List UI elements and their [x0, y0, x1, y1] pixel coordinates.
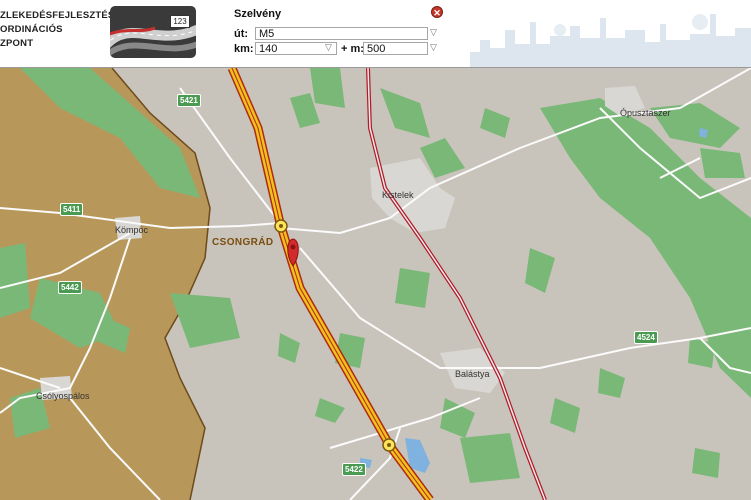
road-shield-5442: 5442 — [58, 281, 82, 294]
km-label: km: — [234, 43, 254, 55]
county-label: CSONGRÁD — [212, 237, 274, 248]
place-label-kistelek: Kistelek — [382, 190, 414, 200]
km-dropdown-icon[interactable]: ▽ — [325, 42, 332, 53]
place-label-balastya: Balástya — [455, 369, 490, 379]
road-shield-5411: 5411 — [60, 203, 84, 216]
org-name-line-2: ORDINÁCIÓS — [0, 24, 63, 35]
road-dropdown-icon[interactable]: ▽ — [430, 27, 437, 38]
road-logo: 123 — [110, 6, 196, 58]
place-label-pusztaszer: Ópusztaszer — [620, 108, 671, 118]
panel-title: Szelvény — [234, 8, 282, 20]
road-shield-5421: 5421 — [177, 94, 201, 107]
place-label-kompoc: Kömpöc — [115, 225, 149, 235]
road-number-badge: 123 — [170, 15, 190, 28]
road-shield-4524: 4524 — [634, 331, 658, 344]
meter-input[interactable] — [363, 42, 428, 55]
close-icon[interactable]: ✕ — [431, 6, 443, 18]
map-view[interactable]: CSONGRÁD Kistelek Kömpöc Ópusztaszer Bal… — [0, 68, 751, 500]
meter-dropdown-icon[interactable]: ▽ — [430, 42, 437, 53]
road-label: út: — [234, 28, 249, 40]
org-name-line-1: ZLEKEDÉSFEJLESZTÉSI — [0, 10, 118, 21]
org-name-line-3: ZPONT — [0, 38, 34, 49]
map-canvas[interactable] — [0, 68, 751, 500]
road-shield-5422: 5422 — [342, 463, 366, 476]
meter-label: + m: — [341, 43, 364, 55]
place-label-csolyospalos: Csólyospálos — [36, 391, 90, 401]
road-input[interactable] — [255, 27, 428, 40]
header-bar: ZLEKEDÉSFEJLESZTÉSI ORDINÁCIÓS ZPONT 123… — [0, 0, 751, 68]
